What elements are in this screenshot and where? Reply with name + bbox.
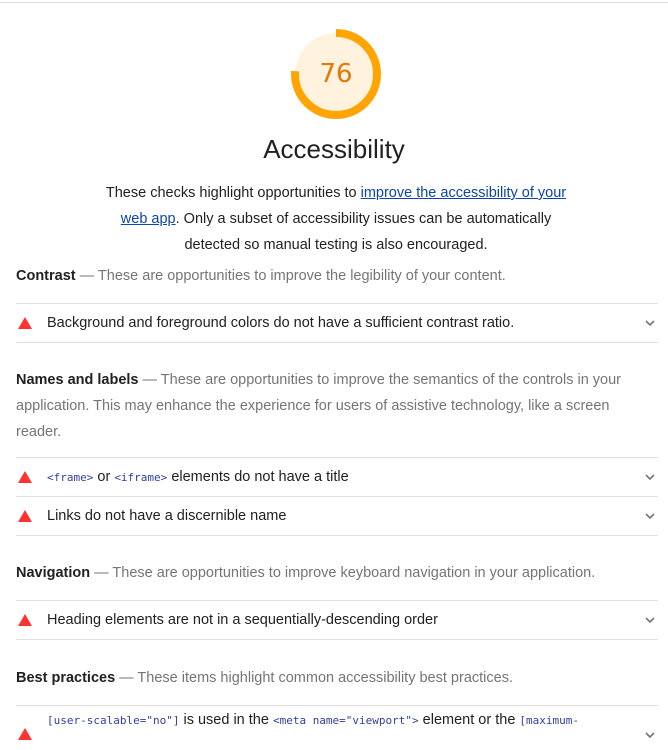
chevron-down-icon[interactable] <box>644 614 656 626</box>
divider <box>16 639 658 640</box>
red-triangle-icon <box>18 728 32 740</box>
red-triangle-icon <box>18 614 32 626</box>
audit-title-text: elements do not have a title <box>167 469 349 485</box>
audit-title: [user-scalable="no"] is used in the <met… <box>47 712 644 728</box>
audit-meta-viewport[interactable]: [user-scalable="no"] is used in the <met… <box>16 706 658 750</box>
code-snippet: [maximum- <box>519 714 580 727</box>
group-title: Best practices <box>16 670 116 686</box>
red-triangle-icon <box>18 510 32 522</box>
audit-link-name[interactable]: Links do not have a discernible name <box>16 497 658 535</box>
group-navigation-header: Navigation — These are opportunities to … <box>16 560 636 586</box>
audit-color-contrast[interactable]: Background and foreground colors do not … <box>16 304 658 342</box>
group-best-practices-header: Best practices — These items highlight c… <box>16 665 636 691</box>
audit-frame-title[interactable]: <frame> or <iframe> elements do not have… <box>16 458 658 496</box>
code-snippet: [user-scalable="no"] <box>47 714 180 727</box>
audit-title: Heading elements are not in a sequential… <box>47 612 438 628</box>
divider <box>16 535 658 536</box>
code-snippet: <iframe> <box>114 471 168 484</box>
group-description: — These items highlight common accessibi… <box>115 670 513 686</box>
red-triangle-icon <box>18 471 32 483</box>
audit-title-text: is used in the <box>179 712 273 728</box>
description-text: These checks highlight opportunities to <box>105 185 361 201</box>
audit-title-text: element or the <box>418 712 520 728</box>
chevron-down-icon[interactable] <box>644 729 656 741</box>
group-names-labels-header: Names and labels — These are opportuniti… <box>16 367 636 445</box>
audit-title: Background and foreground colors do not … <box>47 315 515 331</box>
red-triangle-icon <box>18 317 32 329</box>
audit-title: Links do not have a discernible name <box>47 508 287 524</box>
audit-title: <frame> or <iframe> elements do not have… <box>47 469 644 485</box>
audit-title-text: or <box>93 469 115 485</box>
group-title: Navigation <box>16 565 91 581</box>
category-description: These checks highlight opportunities to … <box>95 180 577 258</box>
category-title: Accessibility <box>263 134 405 164</box>
audit-heading-order[interactable]: Heading elements are not in a sequential… <box>16 601 658 639</box>
code-snippet: <meta name="viewport"> <box>272 714 419 727</box>
chevron-down-icon[interactable] <box>644 510 656 522</box>
group-contrast-header: Contrast — These are opportunities to im… <box>16 263 636 289</box>
divider <box>16 342 658 343</box>
group-title: Names and labels <box>16 372 139 388</box>
group-description: — These are opportunities to improve key… <box>90 565 596 581</box>
group-title: Contrast <box>16 268 76 284</box>
group-description: — These are opportunities to improve the… <box>75 268 506 284</box>
code-snippet: <frame> <box>47 471 94 484</box>
score-gauge: 76 <box>290 28 382 120</box>
score-value: 76 <box>319 59 353 89</box>
chevron-down-icon[interactable] <box>644 471 656 483</box>
description-text-end: . Only a subset of accessibility issues … <box>175 211 552 253</box>
top-divider <box>0 2 668 3</box>
chevron-down-icon[interactable] <box>644 317 656 329</box>
